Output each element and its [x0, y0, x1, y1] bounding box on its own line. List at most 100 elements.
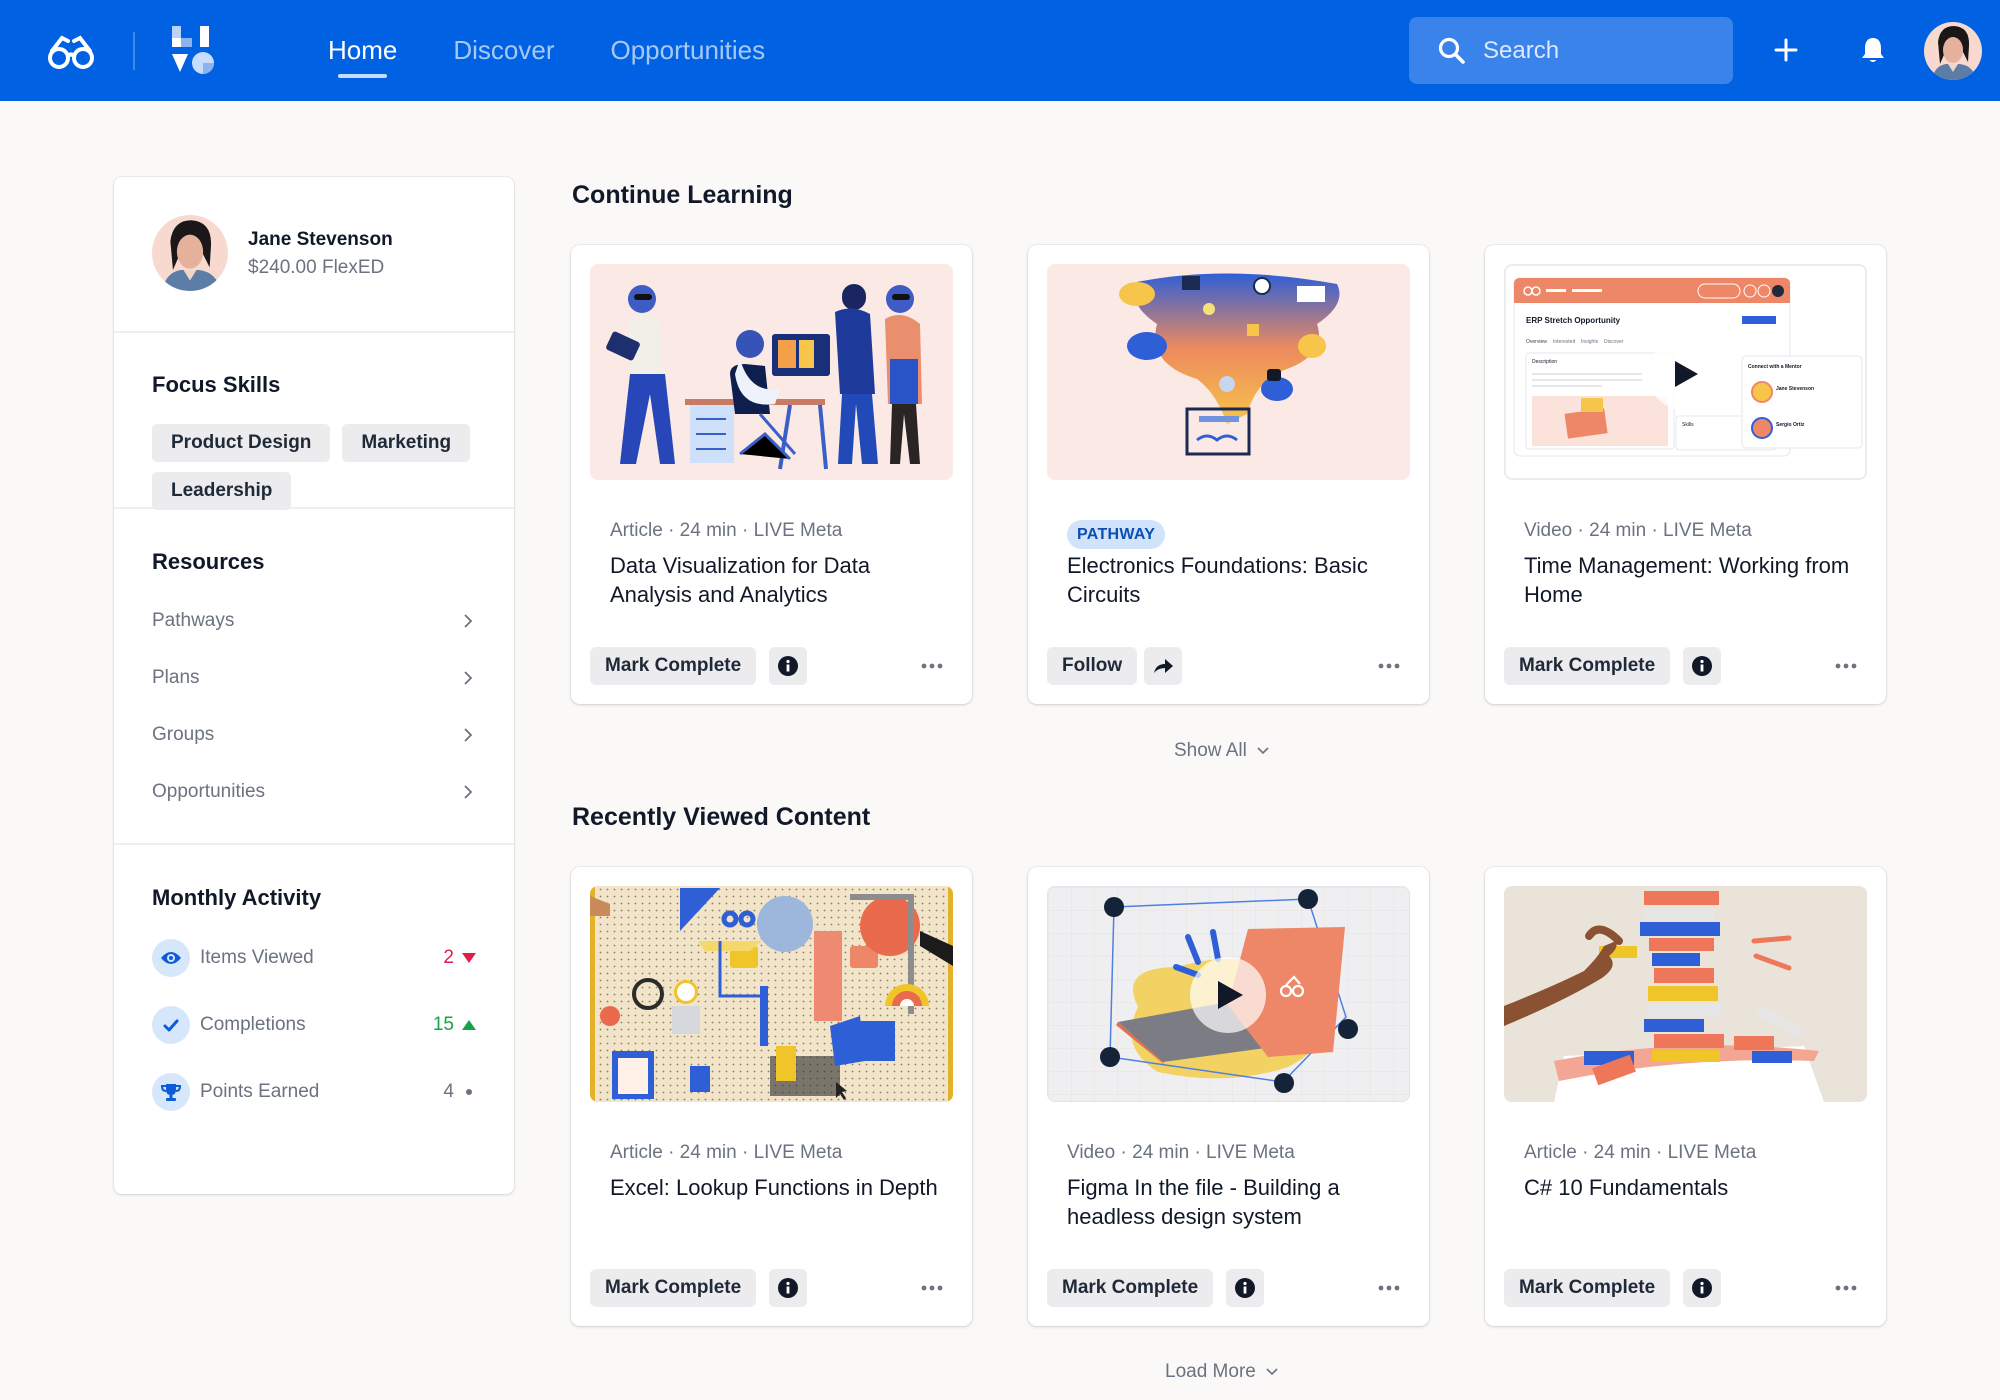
content-card[interactable]: Video · 24 min · LIVE Meta Figma In the … [1028, 867, 1429, 1326]
info-button[interactable] [1226, 1269, 1264, 1307]
skill-chip[interactable]: Leadership [152, 472, 292, 510]
content-card[interactable]: Article · 24 min · LIVE Meta Excel: Look… [571, 867, 972, 1326]
info-icon [1692, 656, 1712, 676]
content-card[interactable]: PATHWAY Electronics Foundations: Basic C… [1028, 245, 1429, 704]
content-card[interactable]: ERP Stretch Opportunity Overview Interes… [1485, 245, 1886, 704]
card-thumbnail-illustration[interactable] [1047, 264, 1410, 480]
search-input[interactable] [1483, 36, 1723, 65]
info-icon [1235, 1278, 1255, 1298]
activity-items-viewed: Items Viewed 2 [152, 938, 476, 978]
card-title[interactable]: Data Visualization for Data Analysis and… [610, 551, 940, 609]
thumb-opportunity-title: ERP Stretch Opportunity [1526, 316, 1621, 325]
trend-neutral-icon [466, 1089, 472, 1095]
avatar-image [152, 215, 228, 291]
activity-value: 15 [433, 1014, 476, 1036]
plus-icon [1774, 38, 1798, 62]
skill-chip[interactable]: Product Design [152, 424, 331, 462]
avatar-image [1924, 22, 1982, 80]
nav-home[interactable]: Home [300, 0, 425, 101]
card-thumbnail-video[interactable] [1047, 886, 1410, 1102]
chevron-down-icon [1266, 1368, 1278, 1376]
activity-value: 2 [443, 947, 476, 969]
load-more-button[interactable]: Load More [1165, 1361, 1278, 1383]
show-all-button[interactable]: Show All [1174, 740, 1269, 762]
resource-item-groups[interactable]: Groups [152, 715, 474, 755]
mark-complete-button[interactable]: Mark Complete [1047, 1269, 1214, 1307]
info-icon [778, 1278, 798, 1298]
thumb-description: Description [1532, 359, 1557, 365]
thumb-tab: Insights [1581, 339, 1599, 345]
card-title[interactable]: C# 10 Fundamentals [1524, 1173, 1854, 1202]
resources-title: Resources [152, 549, 265, 574]
thumb-tab: Overview [1526, 339, 1547, 345]
mark-complete-button[interactable]: Mark Complete [1504, 1269, 1671, 1307]
more-options-button[interactable] [1377, 657, 1401, 675]
card-title[interactable]: Figma In the file - Building a headless … [1067, 1173, 1397, 1231]
card-meta: Article · 24 min · LIVE Meta [610, 520, 843, 541]
user-avatar-button[interactable] [1924, 22, 1982, 80]
activity-value: 4 [443, 1081, 476, 1103]
profile-section: Jane Stevenson $240.00 FlexED [114, 177, 514, 333]
card-meta: Article · 24 min · LIVE Meta [610, 1142, 843, 1163]
recently-viewed-title: Recently Viewed Content [572, 803, 871, 831]
content-card[interactable]: Article · 24 min · LIVE Meta C# 10 Funda… [1485, 867, 1886, 1326]
activity-label: Points Earned [200, 1081, 320, 1102]
info-button[interactable] [769, 647, 807, 685]
activity-label: Completions [200, 1014, 306, 1035]
info-icon [1692, 1278, 1712, 1298]
share-icon [1154, 659, 1173, 673]
card-meta: Video · 24 min · LIVE Meta [1067, 1142, 1295, 1163]
mark-complete-button[interactable]: Mark Complete [590, 647, 757, 685]
card-thumbnail-illustration[interactable] [590, 264, 953, 480]
card-title[interactable]: Electronics Foundations: Basic Circuits [1067, 551, 1397, 609]
activity-label: Items Viewed [200, 947, 314, 968]
more-options-button[interactable] [920, 1279, 944, 1297]
card-thumbnail-photo[interactable] [590, 886, 953, 1102]
eye-icon [152, 939, 190, 977]
profile-avatar[interactable] [152, 215, 228, 291]
share-button[interactable] [1144, 647, 1182, 685]
info-button[interactable] [1683, 647, 1721, 685]
ellipsis-icon [1378, 663, 1400, 669]
info-button[interactable] [1683, 1269, 1721, 1307]
notifications-button[interactable] [1853, 30, 1893, 70]
glasses-logo-icon[interactable] [46, 32, 96, 70]
follow-button[interactable]: Follow [1047, 647, 1138, 685]
nav-discover[interactable]: Discover [425, 0, 582, 101]
more-options-button[interactable] [1834, 1279, 1858, 1297]
live-logo-icon[interactable] [172, 26, 216, 74]
card-thumbnail-photo[interactable] [1504, 886, 1867, 1102]
ellipsis-icon [921, 663, 943, 669]
thumb-tab: Discover [1604, 339, 1624, 345]
card-title[interactable]: Time Management: Working from Home [1524, 551, 1854, 609]
resource-label: Groups [152, 724, 215, 745]
add-button[interactable] [1766, 30, 1806, 70]
ellipsis-icon [1835, 663, 1857, 669]
info-button[interactable] [769, 1269, 807, 1307]
more-options-button[interactable] [1834, 657, 1858, 675]
card-title[interactable]: Excel: Lookup Functions in Depth [610, 1173, 940, 1202]
resource-label: Pathways [152, 610, 235, 631]
search-box[interactable] [1409, 17, 1733, 84]
nav-opportunities[interactable]: Opportunities [583, 0, 794, 101]
skill-chips: Product Design Marketing Leadership [152, 424, 492, 510]
mark-complete-button[interactable]: Mark Complete [590, 1269, 757, 1307]
trend-down-icon [462, 953, 476, 963]
focus-skills-section: Focus Skills Product Design Marketing Le… [114, 333, 514, 510]
card-thumbnail-video[interactable]: ERP Stretch Opportunity Overview Interes… [1504, 264, 1867, 480]
content-card[interactable]: Article · 24 min · LIVE Meta Data Visual… [571, 245, 972, 704]
resources-section: Resources Pathways Plans Groups Opportun… [114, 509, 514, 845]
thumb-skills-label: Skills [1682, 422, 1694, 428]
resource-item-opportunities[interactable]: Opportunities [152, 772, 474, 812]
more-options-button[interactable] [920, 657, 944, 675]
resource-item-plans[interactable]: Plans [152, 658, 474, 698]
more-options-button[interactable] [1377, 1279, 1401, 1297]
focus-skills-title: Focus Skills [152, 372, 281, 397]
mark-complete-button[interactable]: Mark Complete [1504, 647, 1671, 685]
thumb-mentor-name: Sergio Ortiz [1776, 422, 1805, 428]
resource-item-pathways[interactable]: Pathways [152, 601, 474, 641]
activity-count: 15 [432, 1014, 454, 1035]
pathway-badge: PATHWAY [1067, 520, 1166, 549]
skill-chip[interactable]: Marketing [342, 424, 471, 462]
activity-count: 4 [443, 1081, 454, 1102]
